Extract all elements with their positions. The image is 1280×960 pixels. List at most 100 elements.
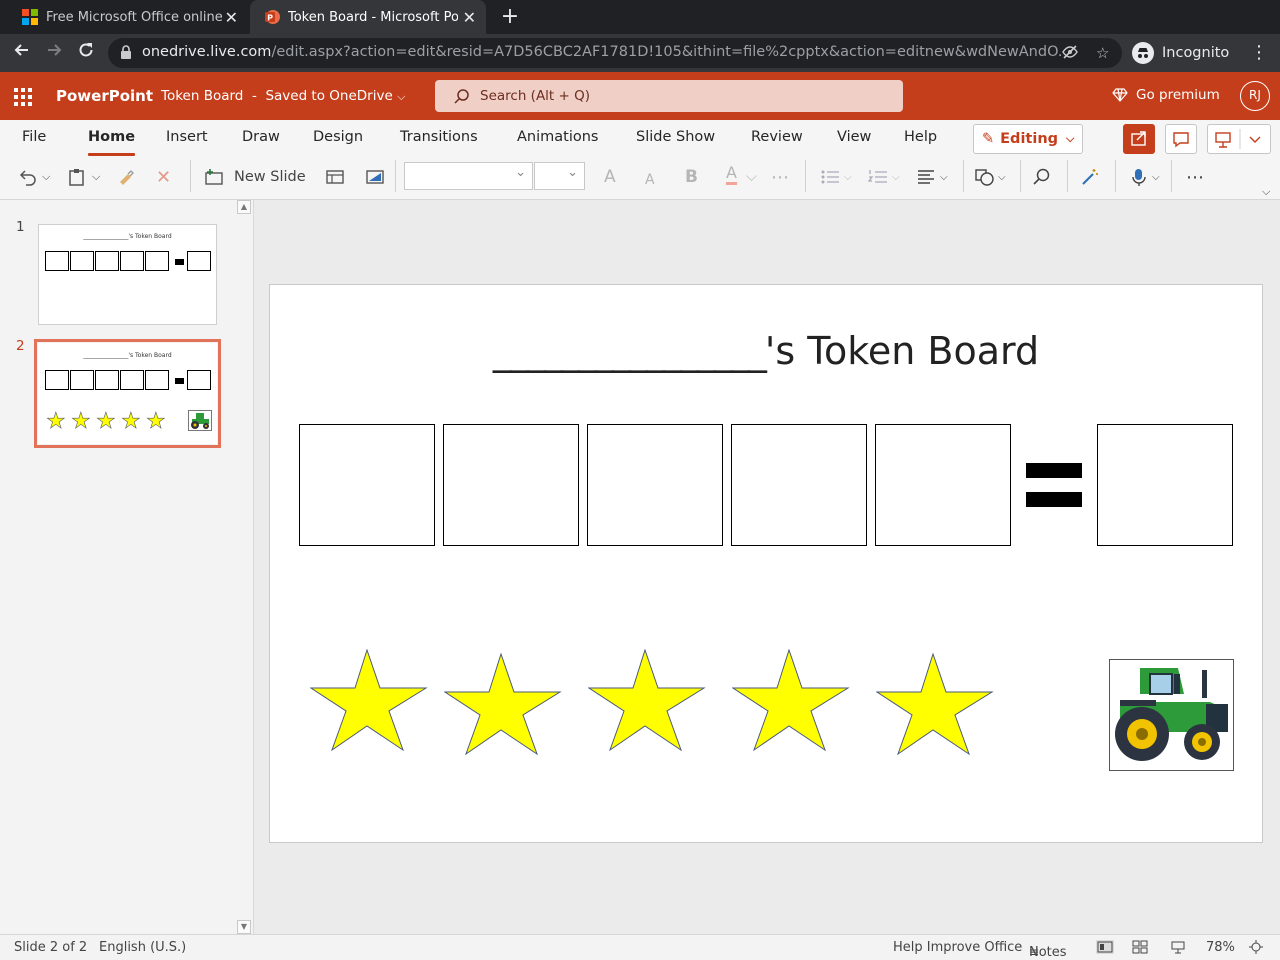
star-token-icon[interactable] — [310, 649, 428, 753]
search-input[interactable]: Search (Alt + Q) — [435, 80, 903, 112]
app-name[interactable]: PowerPoint — [56, 87, 153, 105]
editing-mode-button[interactable]: ✎ Editing ⌵ — [973, 124, 1083, 154]
incognito-label: Incognito — [1162, 45, 1230, 61]
shapes-button[interactable]: ⌵ — [974, 163, 1006, 191]
new-slide-button[interactable]: New Slide — [204, 163, 306, 191]
back-arrow-icon[interactable] — [10, 41, 34, 65]
eye-off-icon[interactable] — [1062, 44, 1078, 64]
tab-review[interactable]: Review — [751, 129, 803, 145]
tab-transitions[interactable]: Transitions — [400, 129, 478, 145]
reload-icon[interactable] — [74, 41, 98, 65]
find-button[interactable] — [1032, 163, 1052, 191]
token-box[interactable] — [875, 424, 1011, 546]
current-slide[interactable]: ________________'s Token Board — [269, 284, 1263, 843]
thumbnail-reward-box — [187, 370, 211, 390]
new-tab-button[interactable]: + — [498, 4, 522, 29]
more-font-options-icon[interactable]: ⋯ — [771, 163, 789, 191]
star-bookmark-icon[interactable]: ☆ — [1096, 44, 1109, 62]
font-family-select[interactable] — [404, 162, 533, 190]
star-token-icon[interactable] — [444, 653, 562, 757]
slide-sorter-icon[interactable] — [1132, 940, 1148, 954]
font-color-button[interactable]: A — [726, 163, 737, 185]
normal-view-icon[interactable] — [1096, 940, 1114, 954]
bold-button[interactable]: B — [685, 163, 698, 191]
slide-thumbnail-2[interactable]: _______________'s Token Board ★ ★ ★ ★ ★ — [34, 339, 221, 448]
more-options-icon[interactable]: ⋯ — [1186, 163, 1204, 191]
app-launcher-icon[interactable] — [14, 88, 32, 106]
token-box[interactable] — [443, 424, 579, 546]
align-button[interactable]: ⌵ — [916, 163, 948, 191]
token-box[interactable] — [299, 424, 435, 546]
equals-sign-bottom-bar[interactable] — [1026, 492, 1082, 507]
scroll-down-arrow-icon[interactable]: ▼ — [237, 920, 251, 934]
slide-title[interactable]: ________________'s Token Board — [270, 329, 1262, 373]
font-size-select[interactable] — [534, 162, 585, 190]
present-button[interactable] — [1207, 124, 1271, 154]
browser-tab-office[interactable]: Free Microsoft Office online ✕ — [8, 0, 248, 34]
close-tab-icon[interactable]: ✕ — [463, 8, 476, 27]
comment-icon — [1173, 132, 1189, 148]
thumbnail-title: _______________'s Token Board — [83, 233, 172, 240]
close-tab-icon[interactable]: ✕ — [225, 8, 238, 27]
designer-button[interactable] — [1080, 163, 1100, 191]
url-text: onedrive.live.com/edit.aspx?action=edit&… — [142, 44, 1062, 60]
thumbnail-star-icon: ★ — [71, 409, 91, 434]
share-icon — [1131, 131, 1146, 146]
numbering-button[interactable]: ⌵ — [868, 163, 900, 191]
microsoft-logo-icon — [22, 9, 38, 25]
forward-arrow-icon[interactable] — [42, 41, 66, 65]
user-avatar[interactable]: RJ — [1240, 81, 1270, 111]
divider — [395, 160, 396, 192]
token-box[interactable] — [587, 424, 723, 546]
slide-thumbnail-1[interactable]: _______________'s Token Board — [38, 224, 217, 325]
tab-file[interactable]: File — [22, 129, 46, 145]
tab-design[interactable]: Design — [313, 129, 363, 145]
slide-number: 1 — [16, 219, 25, 235]
zoom-level[interactable]: 78% — [1206, 940, 1235, 955]
browser-tab-powerpoint[interactable]: P Token Board - Microsoft Pov ✕ — [250, 0, 486, 34]
slide-number: 2 — [16, 338, 25, 354]
language-indicator[interactable]: English (U.S.) — [99, 940, 186, 955]
thumbnail-token-box — [145, 251, 169, 271]
thumbnail-star-icon: ★ — [46, 409, 66, 434]
bullets-button[interactable]: ⌵ — [820, 163, 852, 191]
format-painter-button[interactable] — [117, 163, 135, 191]
star-token-icon[interactable] — [732, 649, 850, 753]
tab-home[interactable]: Home — [88, 129, 136, 156]
star-token-icon[interactable] — [876, 653, 994, 757]
thumbnail-tractor-icon — [188, 410, 212, 431]
star-token-icon[interactable] — [588, 649, 706, 753]
paste-button[interactable]: ⌵ — [68, 163, 100, 191]
grow-font-icon[interactable]: A — [604, 163, 616, 191]
equals-sign-top-bar[interactable] — [1026, 463, 1082, 478]
fit-to-window-icon[interactable] — [1248, 940, 1264, 954]
dictate-button[interactable]: ⌵ — [1130, 163, 1160, 191]
background-button[interactable] — [365, 163, 385, 191]
reward-box[interactable] — [1097, 424, 1233, 546]
tab-draw[interactable]: Draw — [242, 129, 280, 145]
scroll-up-arrow-icon[interactable]: ▲ — [237, 200, 251, 214]
chevron-down-icon[interactable]: ⌵ — [746, 163, 757, 191]
go-premium-button[interactable]: Go premium — [1112, 87, 1220, 103]
incognito-indicator[interactable]: Incognito — [1132, 39, 1229, 67]
url-field[interactable]: onedrive.live.com/edit.aspx?action=edit&… — [108, 38, 1122, 68]
browser-menu-icon[interactable]: ⋮ — [1250, 42, 1268, 63]
tab-help[interactable]: Help — [904, 129, 937, 145]
help-improve-office-link[interactable]: Help Improve Office — [893, 940, 1022, 955]
reading-view-icon[interactable] — [1170, 940, 1186, 954]
undo-button[interactable]: ⌵ — [18, 163, 50, 191]
tractor-reward-image[interactable] — [1109, 659, 1234, 771]
comments-button[interactable] — [1165, 124, 1197, 154]
tab-insert[interactable]: Insert — [166, 129, 208, 145]
undo-icon — [19, 170, 36, 186]
document-title[interactable]: Token Board - Saved to OneDrive ⌵ — [161, 88, 405, 104]
layout-button[interactable] — [325, 163, 345, 191]
tab-view[interactable]: View — [837, 129, 871, 145]
share-button[interactable] — [1123, 124, 1155, 154]
delete-button[interactable]: ✕ — [156, 163, 171, 191]
tab-animations[interactable]: Animations — [517, 129, 598, 145]
tab-slide-show[interactable]: Slide Show — [636, 129, 715, 145]
thumbnail-star-icon: ★ — [121, 409, 141, 434]
token-box[interactable] — [731, 424, 867, 546]
shrink-font-icon[interactable]: A — [645, 166, 655, 194]
